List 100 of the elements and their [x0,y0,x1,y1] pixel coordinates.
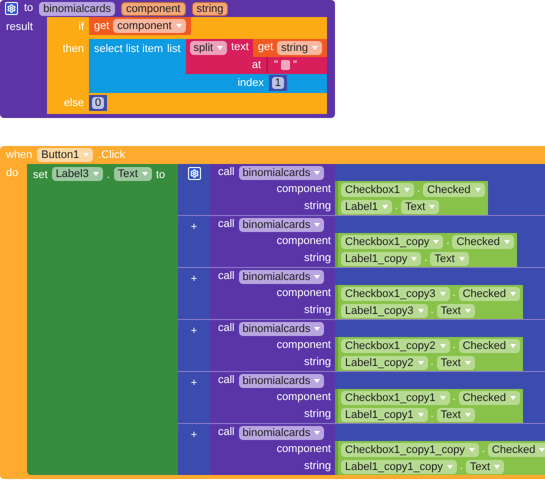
block-label: when [6,148,32,163]
procedure-block[interactable]: to binomialcards component string result if get component then select list item list split text get string at " " index 1 else 0 [0,0,336,118]
property-dropdown[interactable]: Text [430,252,469,266]
procedure-dropdown[interactable]: binomialcards [238,322,324,336]
text-field[interactable] [280,60,290,70]
selector-dropdown[interactable]: Label1_copy1_copy [341,460,457,474]
plus-sign: + [190,376,198,391]
plus-sign: + [190,272,198,287]
property-dropdown[interactable]: Checked [452,234,514,248]
variable-dropdown[interactable]: string [277,40,322,54]
component-property-block[interactable]: Checkbox1_copy3 . Checked [335,285,523,302]
component-property-block[interactable]: Checkbox1_copy2 . Checked [335,337,523,354]
selector-dropdown[interactable]: Label3 [52,167,103,181]
split-text-block[interactable]: split text get string at " " [186,38,328,74]
selector-dropdown[interactable]: Checkbox1_copy [341,234,444,248]
component-property-block[interactable]: Checkbox1 . Checked [335,181,488,198]
selector-dropdown[interactable]: Checkbox1_copy3 [341,286,450,300]
block-label: call [218,373,235,388]
selector-dropdown[interactable]: Label1_copy [341,252,422,266]
property-dropdown[interactable]: Text [114,167,152,181]
get-variable-block[interactable]: get string [252,38,328,56]
component-property-block[interactable]: Checkbox1_copy1_copy . Checked [335,441,545,458]
selector-dropdown[interactable]: Label1 [341,200,392,214]
dropdown-arrow-icon [142,172,148,176]
component-property-block[interactable]: Label1_copy . Text [335,250,517,267]
selector-dropdown[interactable]: Checkbox1_copy2 [341,338,450,352]
dropdown-arrow-icon [504,240,510,244]
property-dropdown[interactable]: Checked [458,390,520,404]
procedure-call-block[interactable]: call binomialcards component string [210,424,335,475]
join-block[interactable] [178,164,545,475]
number-block[interactable]: 0 [89,94,108,110]
gear-icon[interactable] [5,2,18,15]
selector-dropdown[interactable]: Checkbox1_copy1_copy [341,442,479,456]
dropdown-arrow-icon [464,360,471,364]
argument-label: string [304,459,331,474]
procedure-dropdown[interactable]: binomialcards [238,426,324,440]
property-dropdown[interactable]: Text [436,356,475,370]
variable-dropdown[interactable]: component [113,19,186,33]
component-property-block[interactable]: Label1 . Text [335,198,488,215]
argument-label: string [304,251,331,266]
dropdown-arrow-icon [440,344,446,348]
get-variable-block[interactable]: get component [89,17,191,35]
dropdown-arrow-icon [217,46,224,50]
property-dropdown[interactable]: Checked [458,286,520,300]
select-list-item-block[interactable]: select list item list split text get string at " " index 1 [89,38,328,92]
plus-sign: + [190,220,198,235]
block-label: text [231,40,249,56]
selector-dropdown[interactable]: Checkbox1_copy1 [341,390,450,404]
number-field[interactable]: 1 [272,77,284,90]
number-block[interactable]: 1 [268,75,288,92]
block-label: else [64,96,84,108]
if-block[interactable]: if get component then select list item list split text get string at " " index 1 else 0 [47,17,328,114]
block-label: to [24,1,34,16]
parameter-field[interactable]: string [192,2,228,16]
component-property-block[interactable]: Checkbox1_copy1 . Checked [335,389,523,406]
property-dropdown[interactable]: Checked [458,338,520,352]
dot-separator: . [395,199,398,214]
component-property-block[interactable]: Label1_copy3 . Text [335,302,523,319]
dropdown-arrow-icon [458,256,465,260]
procedure-name-field[interactable]: binomialcards [39,2,116,16]
dropdown-arrow-icon [312,46,318,50]
procedure-dropdown[interactable]: binomialcards [238,270,324,284]
component-property-block[interactable]: Label1_copy1_copy . Text [335,458,545,475]
dot-separator: . [430,407,434,422]
selector-dropdown[interactable]: Label1_copy3 [341,304,428,318]
procedure-dropdown[interactable]: binomialcards [238,218,324,232]
selector-dropdown[interactable]: Label1_copy1 [341,408,428,422]
block-label: get [94,18,110,34]
property-dropdown[interactable]: Checked [488,442,545,456]
dot-separator: . [482,442,485,458]
property-dropdown[interactable]: Text [436,408,475,422]
dropdown-arrow-icon [92,172,99,176]
plus-sign: + [190,324,198,339]
component-property-block[interactable]: Checkbox1_copy . Checked [335,233,517,250]
block-label: .Click [98,148,126,163]
dot-separator: . [424,251,428,266]
property-dropdown[interactable]: Checked [423,182,485,196]
component-property-block[interactable]: Label1_copy2 . Text [335,354,523,371]
component-property-block[interactable]: Label1_copy1 . Text [335,406,523,423]
dropdown-arrow-icon [510,396,516,400]
selector-dropdown[interactable]: Checkbox1 [341,182,414,196]
dropdown-arrow-icon [411,256,418,260]
number-field[interactable]: 0 [92,96,104,108]
dropdown-arrow-icon [418,360,424,364]
selector-dropdown[interactable]: Label1_copy2 [341,356,428,370]
dropdown-arrow-icon [474,188,481,192]
property-dropdown[interactable]: Text [401,200,440,214]
parameter-field[interactable]: component [121,2,186,16]
quote-mark: " [292,58,297,72]
split-dropdown[interactable]: split [190,40,228,54]
property-dropdown[interactable]: Text [436,304,475,318]
procedure-dropdown[interactable]: binomialcards [238,166,324,180]
dropdown-arrow-icon [314,430,320,434]
block-label: call [218,269,235,284]
procedure-dropdown[interactable]: binomialcards [238,374,324,388]
dropdown-arrow-icon [418,308,424,312]
gear-icon[interactable] [188,167,200,180]
property-dropdown[interactable]: Text [466,460,504,474]
selector-dropdown[interactable]: Button1 [37,148,94,162]
argument-label: string [304,407,331,422]
